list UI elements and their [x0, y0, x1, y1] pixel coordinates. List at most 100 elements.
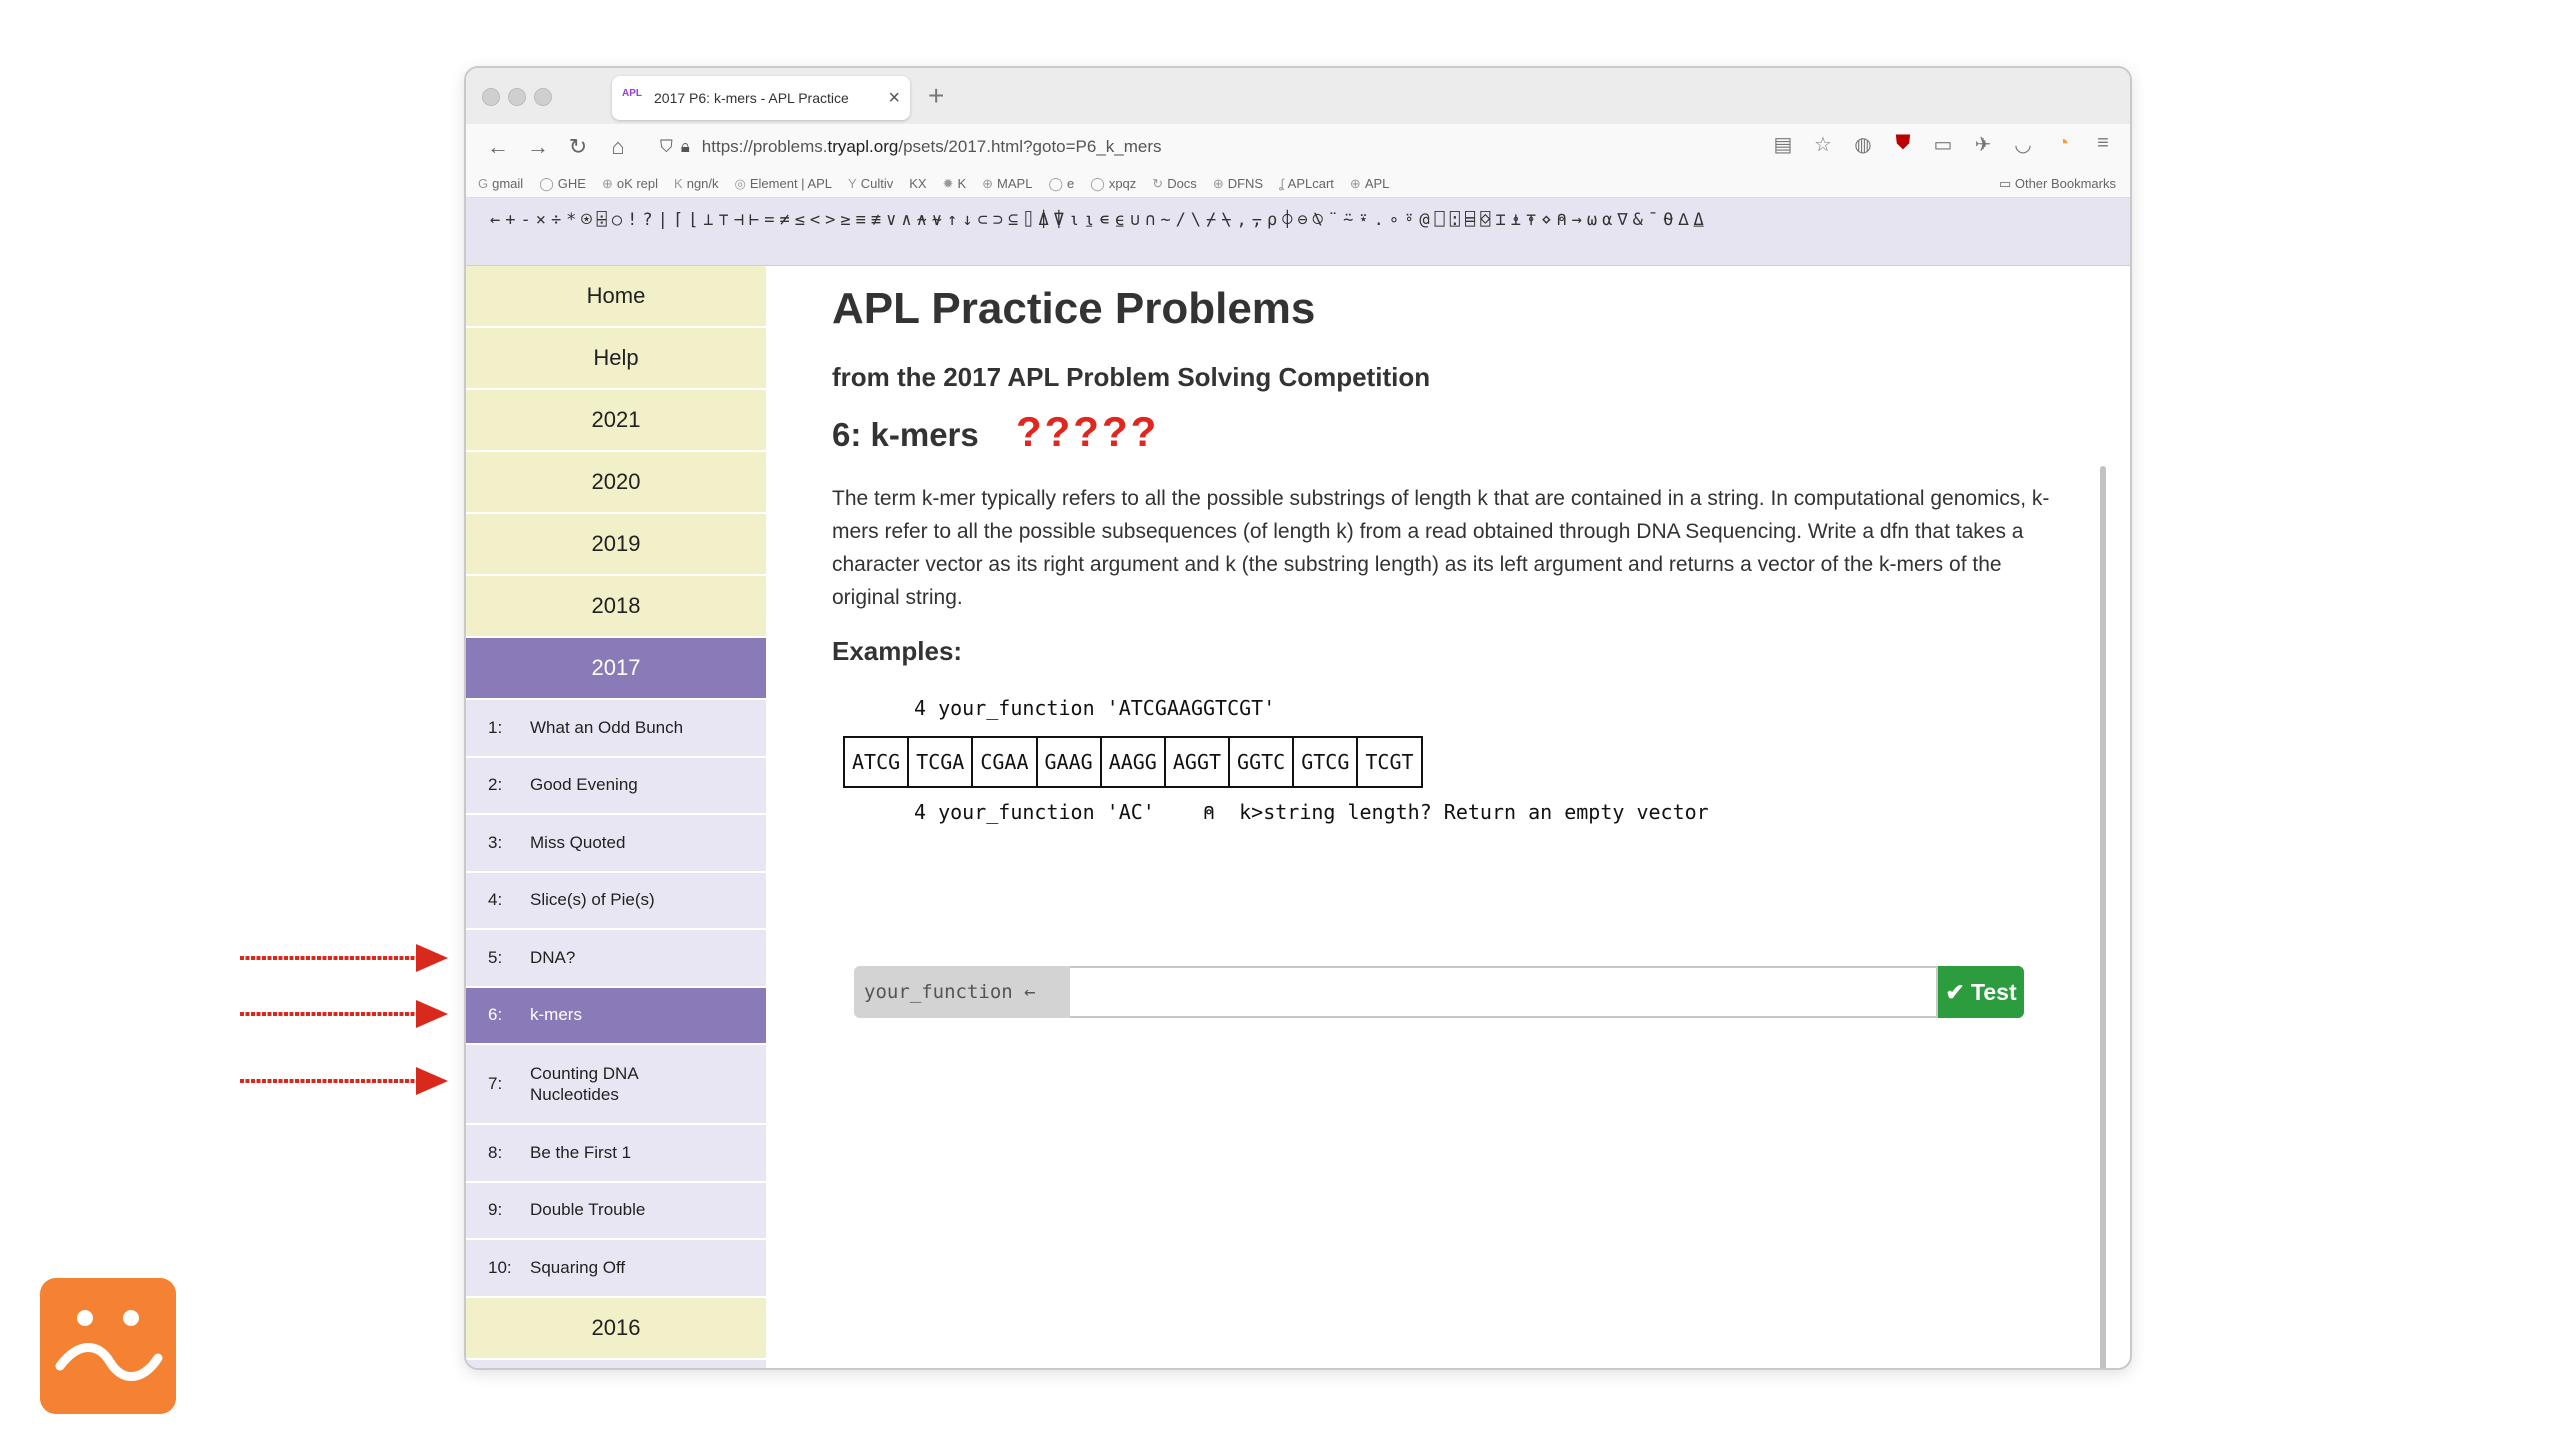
extension-orange-icon[interactable]: ◔ [2050, 132, 2076, 157]
bookmark-favicon-icon: ⊕ [601, 175, 613, 191]
ublock-shield-icon[interactable]: ⛊ [1890, 132, 1916, 157]
forward-icon[interactable]: → [518, 134, 558, 160]
sidebar-problem-item[interactable]: 3: Miss Quoted [466, 815, 766, 873]
close-window-dot[interactable] [482, 88, 500, 106]
bookmark-item[interactable]: ◯ e [1048, 176, 1074, 191]
sidebar-problem-item[interactable]: 7: Counting DNA Nucleotides [466, 1045, 766, 1125]
close-tab-icon[interactable]: × [888, 87, 900, 110]
bookmark-item[interactable]: ⊕ MAPL [982, 176, 1032, 191]
address-bar[interactable]: ⛉ 🔒︎ https://problems.tryapl.org/psets/2… [660, 130, 1680, 164]
reader-view-icon[interactable]: ▤ [1770, 132, 1796, 157]
navigation-bar: ← → ↻ ⌂ ⛉ 🔒︎ https://problems.tryapl.org… [466, 124, 2130, 170]
sidebar-item-home[interactable]: Home [466, 266, 766, 328]
bookmark-label: Cultiv [860, 175, 894, 191]
lock-icon[interactable]: 🔒︎ [681, 137, 690, 157]
sidebar-problem-item[interactable]: 2: Good Evening [466, 757, 766, 815]
sidebar-problem-item[interactable]: 1: What an Odd Bunch [466, 700, 766, 758]
sidebar-item-help[interactable]: Help [466, 328, 766, 390]
extension-globe-icon[interactable]: ◍ [1850, 132, 1876, 157]
question-marks-annotation: ????? [1016, 408, 1160, 455]
sidebar-problem-item[interactable]: 8: Be the First 1 [466, 1125, 766, 1183]
problem-number: 7: [488, 1074, 503, 1093]
sidebar-problem-item[interactable]: 6: k-mers [466, 987, 766, 1045]
bookmarks-list: Ggmail ◯ GHE ⊕ oK repl Kngn/k ◎ Element | APL Y C… [478, 176, 1405, 192]
problem-title: 6: k-mers [832, 416, 979, 453]
pocket-icon[interactable]: ◡ [2010, 132, 2036, 157]
example-2-code: 4 your_function 'AC' ⍝ k>string length? … [914, 800, 1709, 824]
extension-card-icon[interactable]: ▭ [1930, 132, 1956, 157]
browser-tab[interactable]: APL 2017 P6: k-mers - APL Practice × [612, 76, 910, 120]
minimize-window-dot[interactable] [508, 88, 526, 106]
bookmark-favicon-icon: ʆ [1279, 175, 1284, 191]
red-arrow-annotation [240, 1067, 448, 1095]
bookmark-label: xpqz [1108, 175, 1137, 191]
example-1-code: 4 your_function 'ATCGAAGGTCGT' [914, 696, 1276, 720]
sidebar: Home Help 2021 2020 2019 2018 2017 1: What an … [466, 266, 766, 1368]
output-kmer-cell: GTCG [1292, 738, 1356, 786]
reload-icon[interactable]: ↻ [558, 134, 598, 160]
problem-label: k-mers [530, 1005, 582, 1025]
sidebar-year-2016[interactable]: 2016 [466, 1297, 766, 1360]
problem-number: 6: [488, 1005, 503, 1025]
bookmark-favicon-icon: ◯ [1090, 175, 1105, 191]
sidebar-item-2021[interactable]: 2021 [466, 390, 766, 452]
scrollbar[interactable] [2100, 466, 2106, 1368]
red-arrow-annotation [240, 1000, 448, 1028]
bookmark-item[interactable]: Ggmail [478, 176, 523, 191]
bookmark-star-icon[interactable]: ☆ [1810, 132, 1836, 157]
extension-bird-icon[interactable]: ✈ [1970, 132, 1996, 157]
bookmark-item[interactable]: Y Cultiv [848, 176, 893, 191]
bookmarks-bar: Ggmail ◯ GHE ⊕ oK repl Kngn/k ◎ Element | APL Y C… [466, 170, 2130, 198]
bookmark-label: MAPL [997, 175, 1033, 191]
output-kmer-cell: CGAA [971, 738, 1035, 786]
problem-list: 1: What an Odd Bunch 2: Good Evening 3: Miss … [466, 700, 766, 1298]
menu-icon[interactable]: ≡ [2090, 132, 2116, 157]
zoom-window-dot[interactable] [534, 88, 552, 106]
sidebar-item-2020[interactable]: 2020 [466, 452, 766, 514]
bookmark-item[interactable]: ✹ K [943, 176, 967, 191]
bookmark-item[interactable]: ⊕ APL [1350, 176, 1389, 191]
bookmark-item[interactable]: Kngn/k [674, 176, 718, 191]
sidebar-problem-item[interactable]: 9: Double Trouble [466, 1182, 766, 1240]
tab-bar: APL 2017 P6: k-mers - APL Practice × + [466, 68, 2130, 124]
bookmark-item[interactable]: ↻ Docs [1152, 176, 1197, 191]
problem-description: The term k-mer typically refers to all t… [832, 487, 2050, 609]
home-icon[interactable]: ⌂ [598, 134, 638, 160]
problem-label: Counting DNA Nucleotides [530, 1064, 638, 1104]
sidebar-problem-item[interactable]: 10: Squaring Off [466, 1240, 766, 1298]
function-input-field[interactable] [1070, 966, 1938, 1018]
bookmark-item[interactable]: ◯ xpqz [1090, 176, 1136, 191]
problem-number: 10: [488, 1257, 512, 1277]
problem-number: 4: [488, 890, 503, 910]
bookmark-item[interactable]: ◎ Element | APL [735, 176, 833, 191]
sidebar-year-2017[interactable]: 2017 [466, 638, 766, 700]
sidebar-problem-item[interactable]: 4: Slice(s) of Pie(s) [466, 872, 766, 930]
bookmark-item[interactable]: KX [909, 176, 926, 191]
slide: APL 2017 P6: k-mers - APL Practice × + ←… [0, 0, 2560, 1440]
years-top: Home Help 2021 2020 2019 2018 [466, 266, 766, 638]
problem-number: 2: [488, 775, 503, 795]
bookmark-item[interactable]: ⊕ DFNS [1213, 176, 1263, 191]
bookmark-item[interactable]: ◯ GHE [539, 176, 586, 191]
apl-language-bar[interactable]: ←+-×÷*⍟⌹○!?|⌈⌊⊥⊤⊣⊢=≠≤<>≥≡≢∨∧⍲⍱↑↓⊂⊃⊆⌷⍋⍒⍳⍸… [466, 198, 2130, 266]
back-icon[interactable]: ← [478, 134, 518, 160]
problem-label: Be the First 1 [530, 1142, 632, 1162]
sidebar-problem-item[interactable]: 5: DNA? [466, 930, 766, 988]
bookmark-label: gmail [492, 175, 524, 191]
output-kmer-cell: TCGT [1356, 738, 1420, 786]
bookmark-favicon-icon: ◎ [734, 175, 746, 191]
sidebar-item-2019[interactable]: 2019 [466, 514, 766, 576]
bookmark-label: e [1067, 175, 1075, 191]
years-bottom: 2016 [466, 1297, 766, 1360]
bookmark-favicon-icon: K [674, 175, 683, 191]
bookmark-label: APL [1364, 175, 1390, 191]
other-bookmarks[interactable]: ▭ Other Bookmarks [1999, 176, 2116, 192]
new-tab-icon[interactable]: + [928, 80, 944, 112]
sidebar-item-2018[interactable]: 2018 [466, 576, 766, 638]
red-arrow-annotation [240, 944, 448, 972]
bookmark-favicon-icon: ↻ [1152, 175, 1164, 191]
bookmark-item[interactable]: ʆ APLcart [1279, 176, 1334, 191]
bookmark-item[interactable]: ⊕ oK repl [602, 176, 658, 191]
shield-icon[interactable]: ⛉ [660, 137, 673, 157]
test-button[interactable]: ✔ Test [1938, 966, 2024, 1018]
